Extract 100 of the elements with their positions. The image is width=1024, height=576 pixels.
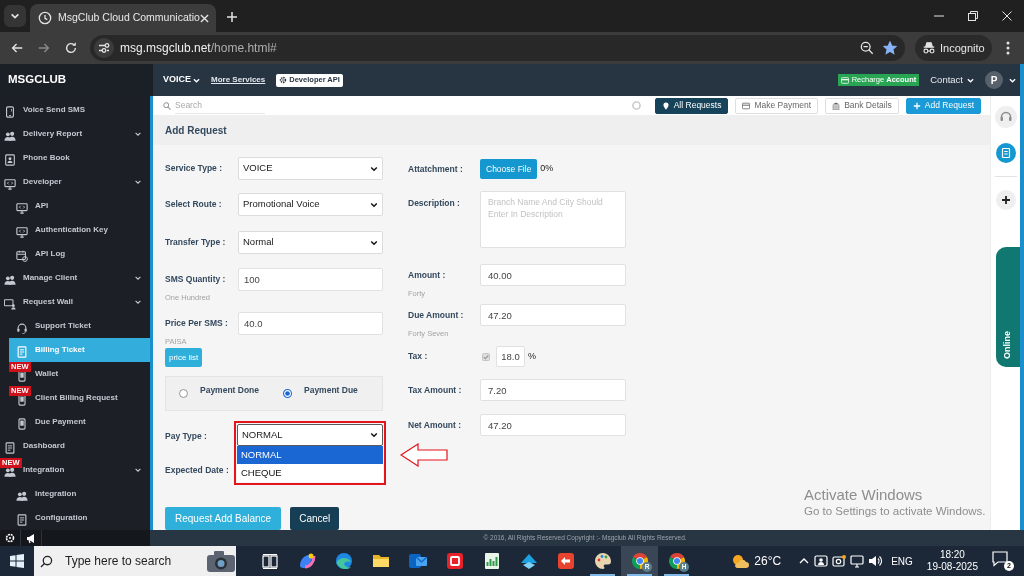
field-label: Pay Type : [165, 431, 208, 441]
windows-logo-icon[interactable] [10, 554, 24, 568]
sidebar-item[interactable]: API Log [9, 242, 150, 266]
headset-icon[interactable] [994, 106, 1017, 128]
text-field[interactable]: 7.20 [480, 379, 626, 401]
clock-time[interactable]: 18:20 [939, 549, 965, 561]
field-label: Select Route : [165, 198, 223, 211]
browser-tab[interactable]: MsgClub Cloud Communicatio [30, 4, 216, 32]
online-status-tab[interactable]: Online [996, 247, 1020, 367]
monitor-code-icon [4, 177, 16, 190]
dropdown-option[interactable]: NORMAL [237, 446, 383, 464]
text-field[interactable]: 47.20 [480, 414, 626, 436]
users-icon [4, 465, 16, 478]
language-indicator[interactable]: ENG [891, 553, 913, 569]
close-icon[interactable] [200, 13, 209, 23]
sidebar-item[interactable]: Authentication Key [9, 218, 150, 242]
select-field[interactable]: VOICE [238, 157, 383, 180]
chevron-up-icon[interactable] [799, 556, 810, 566]
select-field[interactable]: NORMAL [237, 424, 383, 446]
chevron-down-icon [370, 238, 378, 247]
plus-icon[interactable] [995, 190, 1016, 210]
mobile-icon [16, 369, 28, 382]
ring-icon [631, 101, 641, 110]
sidebar-item[interactable]: Phone Book [0, 146, 150, 170]
contact-menu-button[interactable]: Contact [930, 72, 974, 88]
clock-icon [38, 11, 52, 25]
sidebar-item[interactable]: Developer [0, 170, 150, 194]
radio-label[interactable]: Payment Due [304, 384, 358, 397]
menu-icon[interactable] [1005, 41, 1010, 55]
sidebar-item[interactable]: Dashboard [0, 434, 150, 458]
radio-button[interactable] [283, 389, 292, 398]
settings-icon[interactable] [5, 533, 15, 543]
field-label: Attatchment : [408, 162, 464, 176]
field-label: Amount : [408, 268, 447, 282]
plus-icon[interactable] [226, 11, 238, 23]
field-label: Net Amount : [408, 418, 463, 432]
gear-icon [279, 76, 288, 84]
toolbar-button[interactable]: Bank Details [825, 97, 899, 114]
cancel-button[interactable]: Cancel [290, 507, 340, 530]
zoom-out-icon[interactable] [860, 41, 874, 55]
square-tile-icon [444, 551, 465, 571]
sidebar-item[interactable]: Voice Send SMS [0, 98, 150, 122]
browser-icon [666, 551, 687, 571]
field-label: Transfer Type : [165, 236, 227, 249]
search-icon [40, 554, 53, 568]
caret-down-icon [193, 76, 200, 84]
field-label: SMS Quantity : [165, 273, 227, 286]
toolbar-button[interactable]: All Requests [654, 97, 729, 114]
tab-list-button[interactable] [4, 5, 26, 27]
toolbar-button[interactable]: Make Payment [735, 97, 819, 114]
notification-icon[interactable] [992, 551, 1008, 567]
document-icon[interactable] [995, 143, 1016, 163]
network-icon[interactable] [850, 554, 865, 568]
field-label: Price Per SMS : [165, 317, 229, 330]
arrow-tile-icon [555, 551, 576, 571]
user-avatar[interactable]: P [985, 71, 1003, 89]
speaker-icon[interactable] [868, 554, 883, 568]
sidebar-item[interactable]: Configuration [9, 506, 150, 530]
webcam-icon[interactable] [832, 554, 847, 568]
forward-arrow-icon[interactable] [36, 41, 51, 55]
text-field[interactable]: 40.0 [238, 312, 383, 335]
search-icon [163, 101, 171, 110]
sidebar-item[interactable]: Due Payment [9, 410, 150, 434]
reload-icon[interactable] [63, 41, 78, 55]
taskbar-search-box[interactable]: Type here to search [34, 546, 236, 576]
clock-date[interactable]: 19-08-2025 [926, 561, 978, 573]
text-field[interactable]: 40.00 [480, 264, 626, 286]
close-icon[interactable] [1002, 11, 1012, 21]
sidebar-item[interactable]: Manage Client [0, 266, 150, 290]
select-field[interactable]: Promotional Voice [238, 193, 383, 216]
radio-label[interactable]: Payment Done [200, 384, 260, 397]
task-view-icon[interactable] [261, 553, 278, 569]
star-icon[interactable] [883, 41, 897, 55]
megaphone-icon[interactable] [26, 532, 36, 544]
caret-down-icon [967, 76, 974, 84]
address-bar[interactable]: msg.msgclub.net/home.html# [90, 35, 905, 61]
incognito-button[interactable]: Incognito [915, 35, 992, 61]
select-field[interactable]: Normal [238, 231, 383, 254]
person-frame-icon[interactable] [814, 554, 829, 568]
back-arrow-icon[interactable] [9, 41, 24, 55]
service-menu-button[interactable]: VOICE [163, 73, 200, 87]
search-field[interactable]: Search [175, 97, 265, 114]
plus-icon [912, 101, 921, 110]
text-field[interactable]: 100 [238, 268, 383, 291]
sidebar-item[interactable]: API [9, 194, 150, 218]
sidebar-item[interactable]: Delivery Report [0, 122, 150, 146]
text-field[interactable]: 47.20 [480, 304, 626, 326]
restore-icon[interactable] [968, 11, 978, 21]
field-label: Description : [408, 197, 461, 210]
sidebar-item[interactable]: Integration [9, 482, 150, 506]
taskbar-search-field[interactable]: Type here to search [65, 551, 185, 571]
sidebar-item[interactable]: Support Ticket [9, 314, 150, 338]
more-services-link[interactable]: More Services [211, 74, 266, 86]
logo-text: MSGCLUB [8, 72, 67, 88]
site-info-icon[interactable] [94, 38, 114, 58]
caret-down-icon[interactable] [1009, 76, 1016, 84]
sidebar-item[interactable]: Request Wall [0, 290, 150, 314]
dropdown-option[interactable]: CHEQUE [237, 464, 383, 482]
radio-button[interactable] [179, 389, 188, 398]
field-label: Expected Date : [165, 465, 230, 475]
